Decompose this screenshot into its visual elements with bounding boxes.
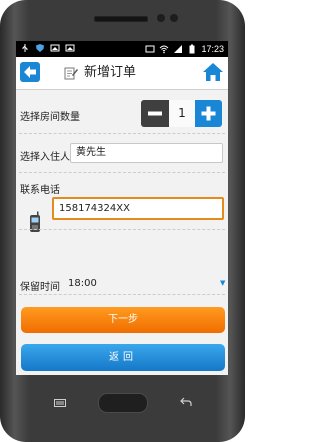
return-button[interactable]: 返回 [21, 344, 225, 371]
guest-label: 选择入住人 [20, 152, 70, 163]
back-key-icon[interactable] [180, 397, 192, 407]
screen: 17:23 新增订单 选择房间数量 1 选择入住人 黄先生 联系电话 15817… [16, 41, 228, 375]
divider [19, 294, 225, 295]
minus-icon [148, 111, 162, 116]
next-step-button[interactable]: 下一步 [21, 307, 225, 333]
divider [19, 133, 225, 134]
guest-field[interactable]: 黄先生 [70, 143, 223, 163]
home-button[interactable] [202, 62, 224, 82]
phone-field[interactable]: 158174324XX [52, 197, 224, 220]
title-bar: 新增订单 [16, 57, 228, 90]
earpiece-speaker [94, 16, 148, 22]
home-hardware-button[interactable] [98, 393, 148, 413]
back-button[interactable] [20, 62, 40, 82]
home-icon [203, 63, 223, 81]
increment-button[interactable] [195, 100, 222, 127]
decrement-button[interactable] [141, 100, 169, 127]
status-time: 17:23 [201, 44, 224, 54]
edit-note-icon [64, 67, 78, 80]
battery-icon [189, 44, 195, 54]
menu-key-icon[interactable] [54, 399, 66, 407]
phone-device: 17:23 新增订单 选择房间数量 1 选择入住人 黄先生 联系电话 15817… [0, 0, 245, 442]
shield-icon [36, 44, 44, 52]
cell-signal-icon [174, 45, 183, 53]
wifi-signal-icon [160, 45, 169, 54]
room-count-label: 选择房间数量 [20, 112, 80, 123]
front-camera [157, 14, 165, 22]
divider [19, 172, 225, 173]
proximity-sensor [170, 14, 178, 22]
image-icon [65, 44, 75, 52]
room-count-value[interactable]: 1 [169, 100, 195, 127]
room-count-stepper: 1 [141, 100, 222, 127]
status-bar: 17:23 [16, 41, 228, 57]
divider [19, 229, 225, 230]
usb-icon [22, 44, 28, 52]
phone-label: 联系电话 [20, 185, 60, 196]
chevron-down-icon[interactable]: ▼ [220, 279, 225, 287]
image-icon [50, 44, 60, 52]
back-arrow-icon [24, 66, 36, 78]
hold-time-select[interactable]: 18:00 [68, 278, 97, 289]
plus-icon [201, 106, 216, 121]
image-icon [145, 45, 155, 53]
hold-time-label: 保留时间 [20, 282, 60, 293]
page-title: 新增订单 [84, 65, 137, 80]
